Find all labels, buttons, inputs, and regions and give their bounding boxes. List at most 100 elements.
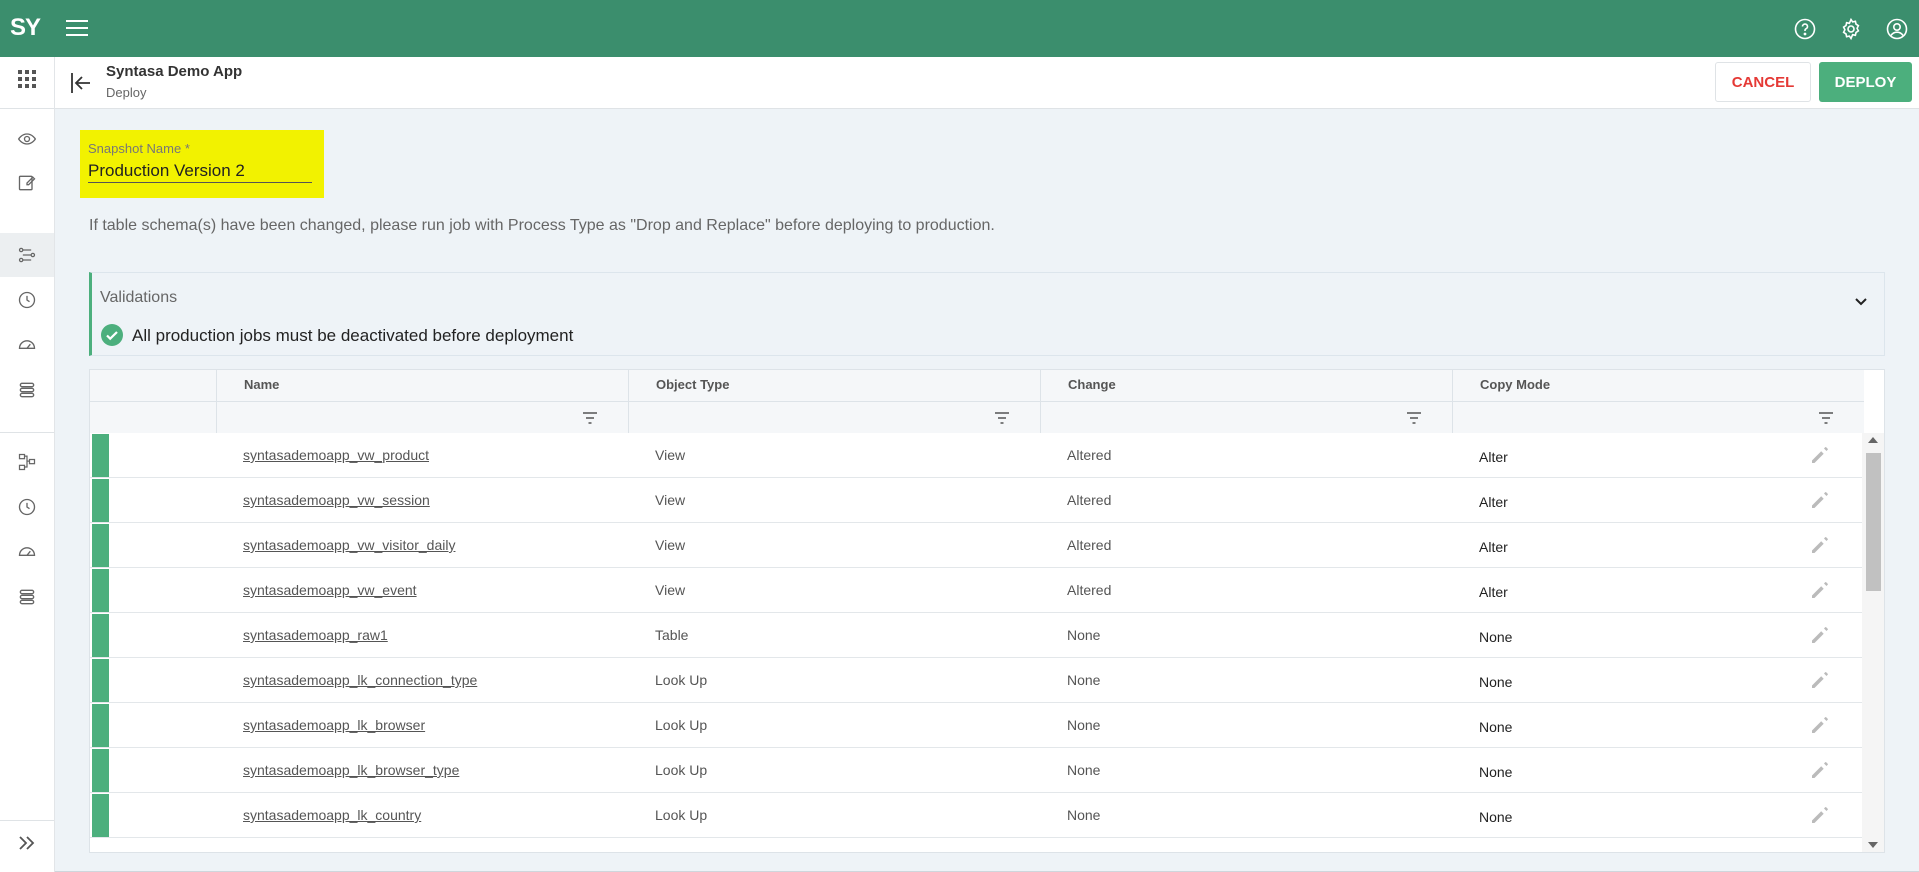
copy-mode-cell: None	[1479, 809, 1513, 825]
page-subtitle: Deploy	[106, 85, 147, 100]
object-name-link[interactable]: syntasademoapp_vw_visitor_daily	[243, 523, 455, 568]
change-cell: Altered	[1067, 447, 1112, 463]
pencil-icon[interactable]	[1810, 805, 1830, 825]
table-row[interactable]: syntasademoapp_vw_session View Altered A…	[90, 478, 1864, 523]
row-status-indicator	[92, 659, 109, 702]
copy-mode-cell: None	[1479, 719, 1513, 735]
row-status-indicator	[92, 614, 109, 657]
page-subheader: Syntasa Demo App Deploy CANCEL DEPLOY	[55, 57, 1919, 109]
back-icon[interactable]	[70, 71, 92, 95]
copy-mode-cell: Alter	[1479, 539, 1508, 555]
object-name-link[interactable]: syntasademoapp_lk_browser	[243, 703, 425, 748]
object-type-cell: Look Up	[655, 672, 708, 688]
deploy-button[interactable]: DEPLOY	[1819, 62, 1912, 102]
stack-icon[interactable]	[0, 368, 54, 412]
copy-mode-cell: Alter	[1479, 494, 1508, 510]
settings-icon[interactable]	[1839, 17, 1863, 41]
pencil-icon[interactable]	[1810, 760, 1830, 780]
scroll-down-arrow[interactable]	[1868, 842, 1878, 848]
table-row[interactable]: syntasademoapp_lk_country Look Up None N…	[90, 793, 1864, 838]
expand-rail-button[interactable]	[0, 820, 54, 864]
pencil-icon[interactable]	[1810, 670, 1830, 690]
eye-icon[interactable]	[0, 117, 54, 161]
stack-icon[interactable]	[0, 575, 54, 619]
object-name-link[interactable]: syntasademoapp_lk_connection_type	[243, 658, 477, 703]
filter-icon[interactable]	[994, 411, 1010, 425]
table-row[interactable]: syntasademoapp_raw1 Table None None	[90, 613, 1864, 658]
scrollbar-thumb[interactable]	[1866, 453, 1881, 591]
cancel-button[interactable]: CANCEL	[1715, 62, 1811, 102]
account-icon[interactable]	[1885, 17, 1909, 41]
deploy-objects-table: Name Object Type Change Copy Mode syntas…	[89, 369, 1885, 853]
snapshot-name-label: Snapshot Name *	[88, 141, 190, 156]
edit-note-icon[interactable]	[0, 161, 54, 205]
pencil-icon[interactable]	[1810, 445, 1830, 465]
chevron-down-icon[interactable]	[1852, 293, 1870, 311]
scroll-up-arrow[interactable]	[1868, 437, 1878, 443]
row-status-indicator	[92, 749, 109, 792]
object-type-cell: Look Up	[655, 717, 708, 733]
object-type-cell: Look Up	[655, 762, 708, 778]
workflow-icon[interactable]	[0, 440, 54, 484]
table-row[interactable]: syntasademoapp_vw_visitor_daily View Alt…	[90, 523, 1864, 568]
pencil-icon[interactable]	[1810, 715, 1830, 735]
pencil-icon[interactable]	[1810, 490, 1830, 510]
table-row[interactable]: syntasademoapp_vw_event View Altered Alt…	[90, 568, 1864, 613]
pencil-icon[interactable]	[1810, 580, 1830, 600]
table-row[interactable]: syntasademoapp_lk_browser Look Up None N…	[90, 703, 1864, 748]
change-cell: Altered	[1067, 582, 1112, 598]
copy-mode-cell: Alter	[1479, 449, 1508, 465]
history-icon[interactable]	[0, 278, 54, 322]
change-cell: Altered	[1067, 492, 1112, 508]
row-status-indicator	[92, 794, 109, 837]
copy-mode-cell: None	[1479, 764, 1513, 780]
speedometer-icon[interactable]	[0, 530, 54, 574]
table-scrollbar[interactable]	[1862, 433, 1884, 852]
column-header-object-type[interactable]: Object Type	[628, 370, 1040, 401]
object-name-link[interactable]: syntasademoapp_lk_country	[243, 793, 421, 838]
object-name-link[interactable]: syntasademoapp_lk_browser_type	[243, 748, 459, 793]
check-circle-icon	[101, 324, 123, 346]
object-type-cell: View	[655, 537, 686, 553]
snapshot-name-input[interactable]	[88, 159, 312, 183]
pencil-icon[interactable]	[1810, 625, 1830, 645]
change-cell: None	[1067, 672, 1101, 688]
filter-icon[interactable]	[1406, 411, 1422, 425]
object-name-link[interactable]: syntasademoapp_vw_event	[243, 568, 417, 613]
copy-mode-cell: Alter	[1479, 584, 1508, 600]
table-header: Name Object Type Change Copy Mode	[90, 370, 1864, 434]
snapshot-name-field: Snapshot Name *	[80, 130, 324, 198]
filter-icon[interactable]	[582, 411, 598, 425]
filter-row	[90, 401, 1864, 434]
history-icon[interactable]	[0, 485, 54, 529]
object-name-link[interactable]: syntasademoapp_raw1	[243, 613, 388, 658]
row-status-indicator	[92, 434, 109, 477]
table-row[interactable]: syntasademoapp_vw_product View Altered A…	[90, 433, 1864, 478]
object-name-link[interactable]: syntasademoapp_vw_session	[243, 478, 430, 523]
column-header-name[interactable]: Name	[216, 370, 628, 401]
change-cell: None	[1067, 717, 1101, 733]
help-icon[interactable]	[1793, 17, 1817, 41]
speedometer-icon[interactable]	[0, 323, 54, 367]
object-name-link[interactable]: syntasademoapp_vw_product	[243, 433, 429, 478]
apps-grid-icon[interactable]	[0, 57, 54, 101]
table-row[interactable]: syntasademoapp_lk_browser_type Look Up N…	[90, 748, 1864, 793]
change-filter-cell	[1040, 402, 1452, 434]
row-status-indicator	[92, 704, 109, 747]
status-column-header	[90, 370, 217, 401]
object-type-cell: View	[655, 492, 686, 508]
change-cell: None	[1067, 762, 1101, 778]
change-cell: None	[1067, 627, 1101, 643]
table-row[interactable]: syntasademoapp_lk_connection_type Look U…	[90, 658, 1864, 703]
column-header-change[interactable]: Change	[1040, 370, 1452, 401]
column-header-copy-mode[interactable]: Copy Mode	[1452, 370, 1864, 401]
object-type-cell: Look Up	[655, 807, 708, 823]
syntasa-logo[interactable]: SY	[10, 14, 41, 42]
pipeline-icon[interactable]	[0, 233, 54, 277]
validations-panel: Validations All production jobs must be …	[89, 272, 1885, 356]
object-type-cell: Table	[655, 627, 689, 643]
menu-icon[interactable]	[66, 20, 88, 36]
filter-icon[interactable]	[1818, 411, 1834, 425]
copy-mode-cell: None	[1479, 629, 1513, 645]
pencil-icon[interactable]	[1810, 535, 1830, 555]
